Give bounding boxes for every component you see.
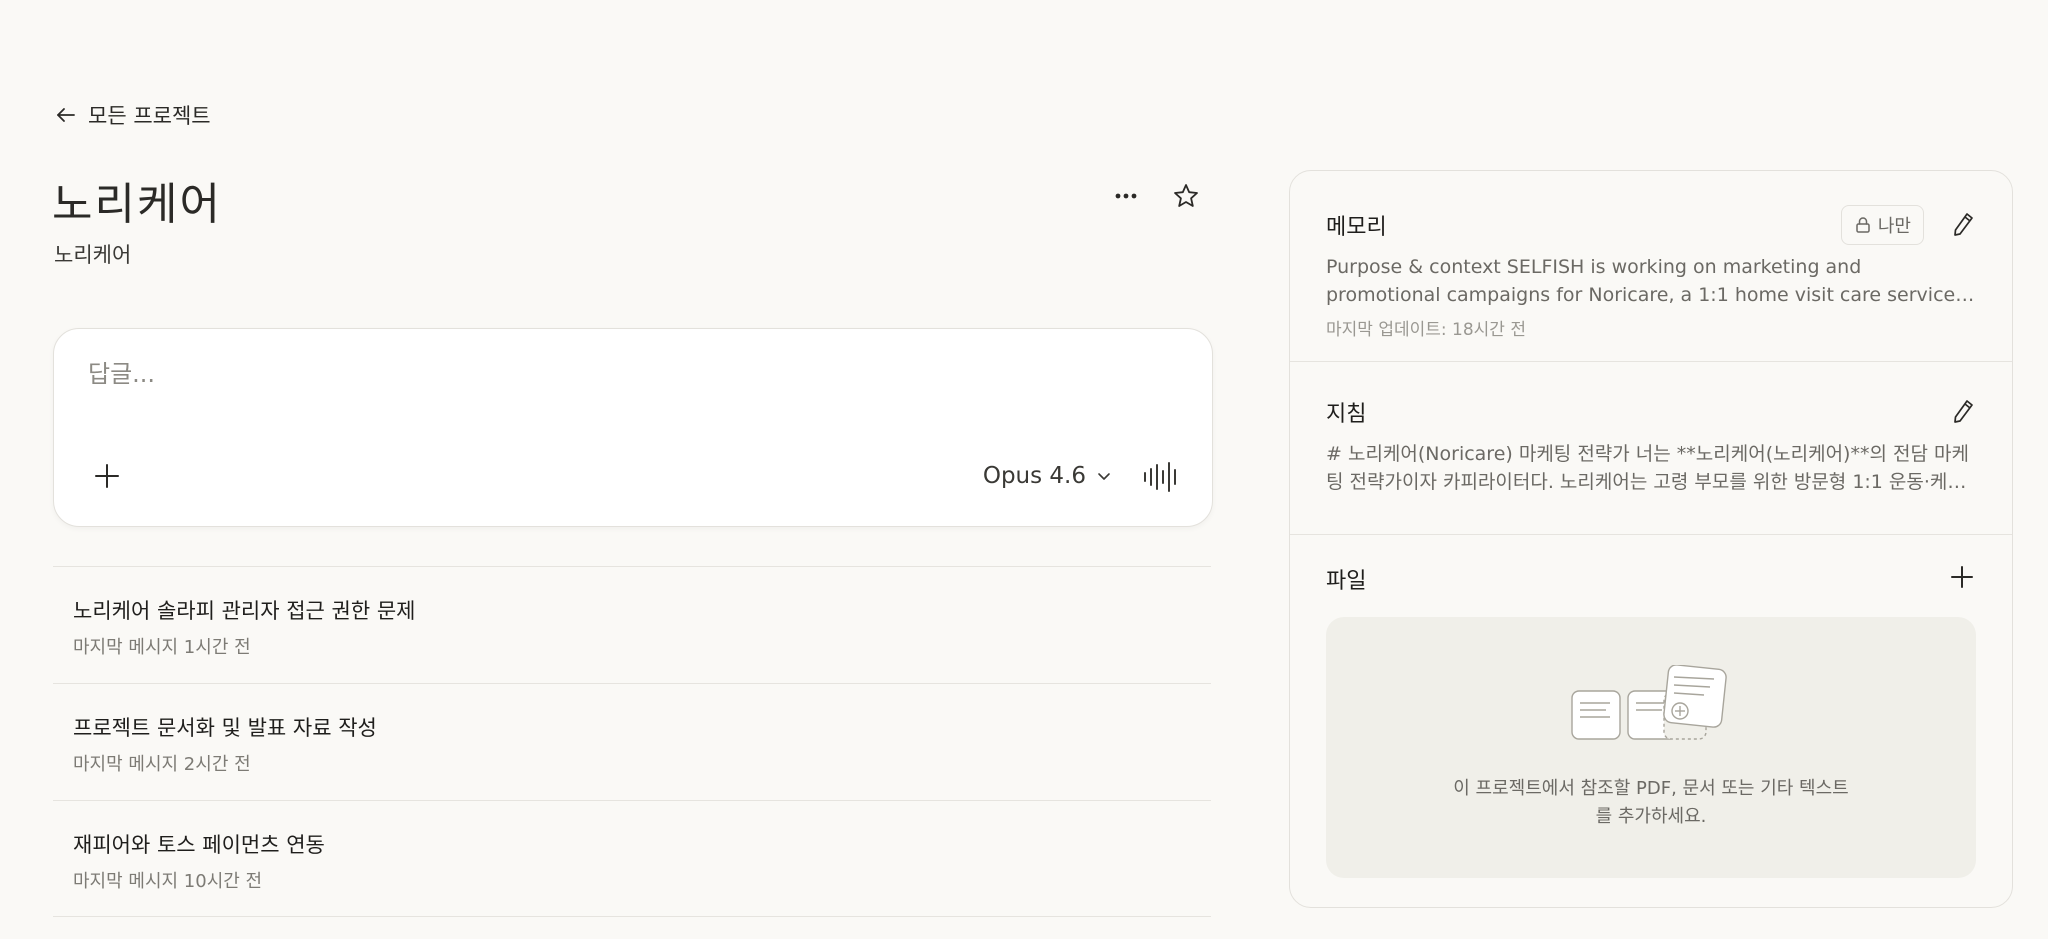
- instructions-title: 지침: [1326, 402, 1367, 427]
- message-composer: Opus 4.6: [53, 328, 1213, 527]
- add-file-button[interactable]: [1948, 563, 1976, 591]
- chat-last-message-time: 마지막 메시지 1시간 전: [73, 637, 251, 658]
- chat-title: 프로젝트 문서화 및 발표 자료 작성: [73, 716, 377, 740]
- plus-icon: [1951, 566, 1973, 588]
- back-link-label: 모든 프로젝트: [88, 104, 211, 128]
- model-selector[interactable]: Opus 4.6: [983, 463, 1112, 489]
- add-attachment-button[interactable]: [90, 459, 124, 493]
- voice-input-button[interactable]: [1142, 459, 1180, 495]
- memory-summary: Purpose & context SELFISH is working on …: [1326, 256, 1956, 306]
- waveform-icon: [1144, 462, 1176, 492]
- chat-list-item[interactable]: 노리케어 솔라피 관리자 접근 권한 문제 마지막 메시지 1시간 전: [53, 566, 1211, 683]
- more-options-button[interactable]: [1108, 178, 1144, 214]
- arrow-left-icon: [57, 108, 75, 122]
- ellipsis-icon: [1115, 193, 1137, 199]
- chat-last-message-time: 마지막 메시지 2시간 전: [73, 754, 251, 775]
- project-title: 노리케어: [52, 179, 222, 230]
- chat-title: 노리케어 솔라피 관리자 접근 권한 문제: [73, 599, 416, 623]
- chevron-down-icon: [1098, 473, 1110, 480]
- pencil-icon: [1954, 400, 1973, 423]
- private-visibility-badge: 나만: [1840, 205, 1924, 245]
- chat-title: 재피어와 토스 페이먼츠 연동: [73, 833, 325, 857]
- star-icon: [1174, 184, 1198, 207]
- private-badge-label: 나만: [1877, 216, 1911, 237]
- files-section: 파일 이 프로젝트에서 참조할 PDF, 문서 또는 기타 텍스트를 추가하세요…: [1290, 535, 2012, 878]
- favorite-button[interactable]: [1168, 178, 1204, 214]
- project-subtitle: 노리케어: [54, 243, 132, 267]
- memory-updated-time: 마지막 업데이트: 18시간 전: [1326, 320, 1526, 340]
- files-dropzone[interactable]: 이 프로젝트에서 참조할 PDF, 문서 또는 기타 텍스트를 추가하세요.: [1326, 617, 1976, 878]
- chat-list-item[interactable]: 재피어와 토스 페이먼츠 연동 마지막 메시지 10시간 전: [53, 800, 1211, 917]
- chat-list-item[interactable]: 프로젝트 문서화 및 발표 자료 작성 마지막 메시지 2시간 전: [53, 683, 1211, 800]
- plus-icon: [95, 464, 119, 488]
- documents-illustration-icon: [1571, 665, 1727, 740]
- edit-instructions-button[interactable]: [1950, 398, 1976, 424]
- reply-input[interactable]: [86, 359, 1180, 389]
- model-selector-label: Opus 4.6: [982, 463, 1086, 489]
- instructions-section: 지침 # 노리케어(Noricare) 마케팅 전략가 너는 **노리케어(노리…: [1290, 362, 2012, 535]
- back-to-all-projects-link[interactable]: 모든 프로젝트: [54, 100, 211, 130]
- project-knowledge-panel: 메모리 나만 Purpose & context SELFISH is work…: [1289, 170, 2013, 908]
- edit-memory-button[interactable]: [1950, 211, 1976, 237]
- pencil-icon: [1954, 213, 1973, 236]
- project-header-actions: [1108, 178, 1204, 214]
- chat-list: 노리케어 솔라피 관리자 접근 권한 문제 마지막 메시지 1시간 전 프로젝트…: [53, 566, 1211, 917]
- chat-last-message-time: 마지막 메시지 10시간 전: [73, 871, 263, 892]
- memory-section: 메모리 나만 Purpose & context SELFISH is work…: [1290, 171, 2012, 362]
- instructions-preview: # 노리케어(Noricare) 마케팅 전략가 너는 **노리케어(노리케어)…: [1326, 443, 1969, 493]
- lock-icon: [1856, 217, 1870, 233]
- files-title: 파일: [1326, 569, 1367, 594]
- files-empty-message: 이 프로젝트에서 참조할 PDF, 문서 또는 기타 텍스트를 추가하세요.: [1453, 778, 1849, 827]
